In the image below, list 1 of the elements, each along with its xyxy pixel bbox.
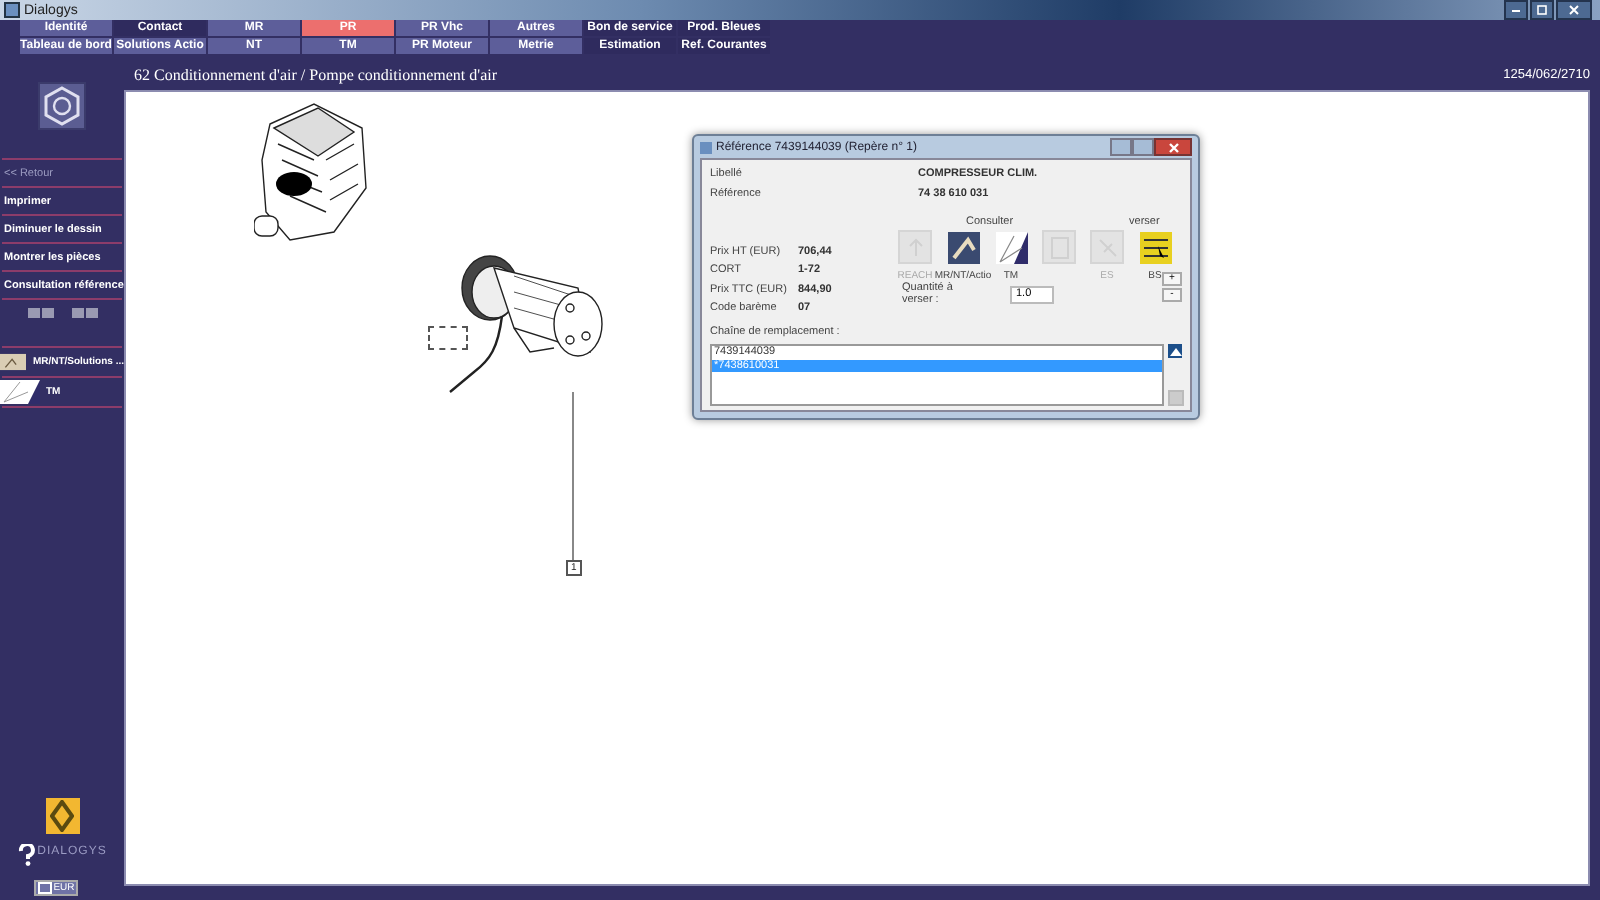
breadcrumb: 62 Conditionnement d'air / Pompe conditionnement d'air [134, 65, 498, 83]
